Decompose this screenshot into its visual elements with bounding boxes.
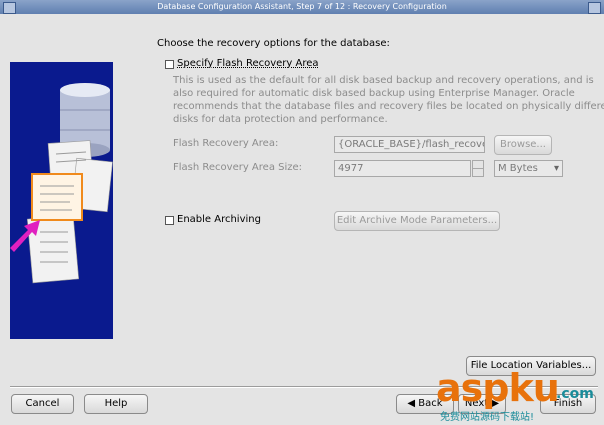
window-menu-icon[interactable] [3, 2, 16, 14]
cancel-button[interactable]: Cancel [11, 394, 74, 414]
flash-description-line-3: recommends that the database files and r… [173, 101, 604, 112]
flash-description-line-4: disks for data protection and performanc… [173, 114, 388, 125]
wizard-illustration [10, 62, 113, 339]
size-spinner[interactable] [472, 160, 484, 177]
title-bar: Database Configuration Assistant, Step 7… [0, 0, 604, 14]
watermark-brand: aspku [436, 366, 560, 410]
spinner-up-icon[interactable] [473, 161, 483, 169]
flash-recovery-label[interactable]: Specify Flash Recovery Area [177, 58, 319, 69]
browse-button[interactable]: Browse... [494, 135, 552, 155]
enable-archiving-label[interactable]: Enable Archiving [177, 214, 261, 225]
back-arrow-icon: ◀ [407, 398, 419, 409]
flash-size-input[interactable]: 4977 [334, 160, 471, 177]
flash-description-line-1: This is used as the default for all disk… [173, 75, 594, 86]
window-title: Database Configuration Assistant, Step 7… [157, 2, 447, 11]
flash-area-input[interactable]: {ORACLE_BASE}/flash_recovery_ [334, 136, 485, 153]
enable-archiving-checkbox[interactable] [165, 216, 174, 225]
size-unit-value: M Bytes [498, 163, 538, 174]
size-unit-select[interactable]: M Bytes ▾ [494, 160, 563, 177]
chevron-down-icon[interactable]: ▾ [554, 161, 559, 176]
flash-area-label: Flash Recovery Area: [173, 138, 279, 149]
flash-size-label: Flash Recovery Area Size: [173, 162, 303, 173]
database-documents-image [10, 83, 113, 284]
watermark-tagline: 免费网站源码下载站! [440, 412, 535, 423]
flash-recovery-checkbox[interactable] [165, 60, 174, 69]
section-heading: Choose the recovery options for the data… [157, 38, 390, 49]
watermark-suffix: .com [556, 386, 594, 402]
edit-archive-params-button[interactable]: Edit Archive Mode Parameters... [334, 211, 500, 231]
close-icon[interactable] [588, 2, 601, 14]
flash-description-line-2: also required for automatic disk based b… [173, 88, 575, 99]
site-watermark: aspku .com 免费网站源码下载站! [418, 360, 604, 425]
help-button[interactable]: Help [84, 394, 148, 414]
